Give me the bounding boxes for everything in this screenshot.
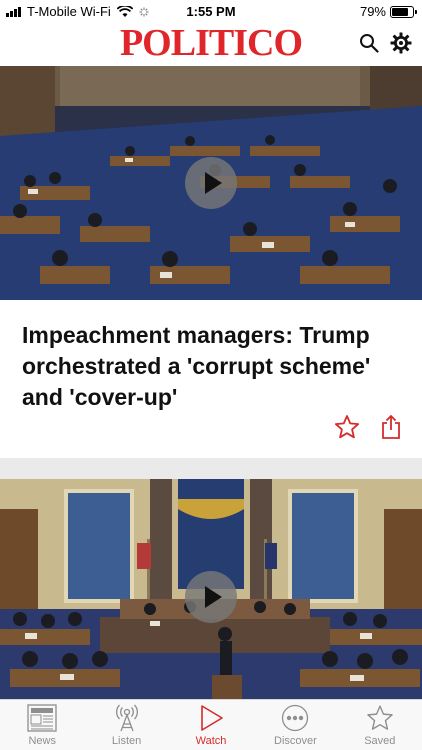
tab-label: Listen: [111, 735, 142, 747]
video-thumbnail-senate-chamber[interactable]: [0, 479, 422, 699]
play-icon: [201, 705, 223, 731]
tab-label: Saved: [364, 735, 396, 747]
app-header: POLITICO: [0, 22, 422, 66]
tab-label: News: [28, 735, 56, 747]
gear-icon[interactable]: [390, 32, 412, 54]
tab-label: Watch: [195, 735, 227, 747]
tab-discover[interactable]: Discover: [253, 700, 337, 750]
status-time: 1:55 PM: [186, 4, 236, 19]
play-button[interactable]: [185, 157, 237, 209]
header-icons: [358, 32, 412, 54]
newspaper-icon: [27, 704, 57, 732]
battery-fill: [392, 7, 408, 16]
video-thumbnail-senate-floor[interactable]: [0, 66, 422, 300]
star-icon[interactable]: [334, 414, 360, 440]
tab-listen[interactable]: Listen: [84, 700, 168, 750]
tab-watch[interactable]: Watch: [169, 700, 253, 750]
story-card[interactable]: Impeachment managers: Trump orchestrated…: [0, 300, 422, 458]
status-bar: T-Mobile Wi-Fi 1:55 PM 79%: [0, 0, 422, 22]
search-icon[interactable]: [358, 32, 380, 54]
tab-label: Discover: [274, 735, 317, 747]
feed-divider: [0, 458, 422, 479]
battery-icon: [390, 5, 417, 18]
broadcast-icon: [115, 704, 138, 732]
status-right: 79%: [359, 4, 417, 19]
story-headline[interactable]: Impeachment managers: Trump orchestrated…: [22, 320, 392, 413]
ellipsis-circle-icon: [282, 704, 309, 732]
battery-percent: 79%: [359, 4, 386, 19]
tab-news[interactable]: News: [0, 700, 84, 750]
tab-saved[interactable]: Saved: [338, 700, 422, 750]
play-button[interactable]: [185, 571, 237, 623]
tab-bar: News Listen Watch Discover Saved: [0, 699, 422, 750]
share-icon[interactable]: [378, 414, 404, 440]
star-icon: [367, 705, 393, 730]
story-actions: [334, 414, 404, 440]
